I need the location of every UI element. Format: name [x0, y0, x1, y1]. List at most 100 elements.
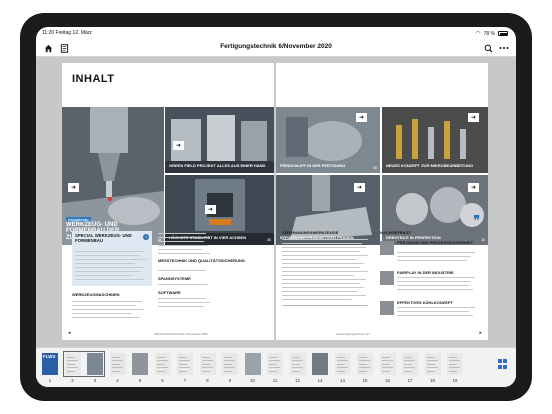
- text-line: [75, 279, 145, 281]
- page-thumbnail[interactable]: [267, 353, 283, 375]
- page-thumbnail[interactable]: [199, 353, 216, 375]
- cover-thumbnail-title: FLWX: [43, 354, 56, 359]
- text-line: [282, 283, 360, 285]
- grid-view-icon[interactable]: [498, 359, 508, 369]
- thumbnail-page-number: 19: [452, 378, 458, 383]
- section-messtechnik: MESSTECHNIK UND QUALITÄTSSICHERUNG: [158, 258, 245, 263]
- tile-caption: FEINSCHLIFF IN DER FERTIGUNG: [280, 163, 346, 169]
- page-thumbnail[interactable]: [312, 353, 328, 375]
- text-line: [75, 275, 133, 277]
- thumbnail-text-line: [111, 357, 120, 358]
- page-thumbnail[interactable]: [244, 353, 261, 375]
- text-line: [158, 245, 208, 247]
- magazine-spread[interactable]: INHALT COVERSTORY WERKZEUG- UND FORMENBA…: [36, 57, 516, 347]
- status-time: 11:20 Freitag 12. März: [42, 30, 92, 36]
- thumbnail-text-line: [404, 360, 415, 362]
- thumbnail-page-number: 7: [183, 378, 187, 383]
- tile-feinschliff[interactable]: FEINSCHLIFF IN DER FERTIGUNG 46: [276, 107, 380, 173]
- page-thumbnail[interactable]: FLWX: [42, 353, 58, 375]
- page-thumbnail[interactable]: [447, 353, 463, 375]
- page-thumbnail-strip[interactable]: FLWX 1 2 3 4 5 6 7 8 9 10 11 12 13 14 15 16 17 18 19: [36, 347, 516, 387]
- thumbnail-text-line: [156, 360, 168, 362]
- text-line: [282, 239, 368, 241]
- tile-green-field[interactable]: GREEN FIELD PROJEKT ALLES AUS EINER HAND: [165, 107, 274, 173]
- section-spannsysteme: SPANNSYSTEME: [158, 276, 191, 281]
- text-line: [72, 301, 142, 303]
- thumbnail-page-number: 17: [407, 378, 413, 383]
- search-icon[interactable]: [482, 42, 494, 54]
- status-right: ◠ 78 %: [475, 30, 508, 37]
- interview-praezision: PRÄZISION UND PROZESSSICHERHEIT: [397, 240, 474, 245]
- interview-fairplay: FAIRPLAY IN DER INDUSTRIE: [397, 270, 454, 275]
- tile-arrow-icon[interactable]: [173, 141, 184, 150]
- thumbnail-text-line: [291, 370, 300, 372]
- thumbnail-page-number: 5: [138, 378, 142, 383]
- tile-mikrobearbeitung[interactable]: NEUES KONZEPT ZUR MIKROBEARBEITUNG: [382, 107, 488, 173]
- tile-arrow-icon[interactable]: [205, 205, 216, 214]
- text-line: [72, 309, 144, 311]
- cover-arrow-icon[interactable]: [68, 183, 79, 192]
- text-line: [158, 233, 206, 235]
- thumbnail-page-number: 8: [206, 378, 209, 383]
- page-thumbnail[interactable]: [109, 353, 126, 375]
- special-heading: SPECIAL WERKZEUG- UND FORMENBAU: [75, 233, 132, 243]
- thumbnail-page-number: 16: [385, 378, 390, 383]
- tile-arrow-icon[interactable]: [356, 113, 367, 122]
- thumbnail-page-number: 12: [295, 378, 300, 383]
- tile-arrow-icon[interactable]: [468, 113, 479, 122]
- text-line: [282, 247, 366, 249]
- page-thumbnail[interactable]: [357, 353, 373, 375]
- thumbnail-text-line: [404, 363, 412, 365]
- page-thumbnail[interactable]: [222, 353, 238, 375]
- tile-arrow-icon[interactable]: [354, 183, 365, 192]
- text-line: [75, 259, 147, 261]
- portrait-avatar: [380, 301, 394, 315]
- tile-page-number: 35: [481, 238, 485, 242]
- thumbnail-text-line: [291, 360, 303, 362]
- page-thumbnail[interactable]: [424, 353, 441, 375]
- footer-left: FERTIGUNGSTECHNIK 6/November 2020: [154, 332, 208, 336]
- page-thumbnail[interactable]: [379, 353, 396, 375]
- cover-story-tile[interactable]: COVERSTORY WERKZEUG- UND FORMENBAU DER Z…: [62, 107, 164, 245]
- thumbnail-text-line: [426, 367, 438, 368]
- more-options-icon[interactable]: [498, 42, 510, 54]
- thumbnail-page-number: 1: [48, 378, 52, 383]
- thumbnail-page-number: 14: [340, 378, 345, 383]
- thumbnail-page-number: 10: [250, 378, 255, 383]
- thumbnail-text-line: [224, 363, 232, 365]
- thumbnail-text-line: [269, 360, 280, 362]
- page-thumbnail[interactable]: [289, 353, 306, 375]
- thumbnail-text-line: [111, 367, 123, 368]
- left-page: INHALT COVERSTORY WERKZEUG- UND FORMENBA…: [62, 63, 274, 340]
- thumbnail-page-number: 3: [93, 378, 97, 383]
- thumbnail-text-line: [269, 357, 277, 358]
- tile-vier-achsen[interactable]: HÖCHSTE STABILITÄT IN VIER ACHSEN 38: [165, 175, 274, 245]
- thumbnail-text-line: [381, 360, 393, 362]
- page-thumbnail[interactable]: [154, 353, 171, 375]
- text-line: [75, 251, 145, 253]
- text-line: [282, 263, 364, 265]
- thumbnail-text-line: [381, 357, 390, 358]
- page-thumbnail[interactable]: [402, 353, 418, 375]
- tile-arrow-icon[interactable]: [468, 183, 479, 192]
- thumbnail-text-line: [156, 357, 165, 358]
- thumbnail-text-line: [179, 360, 190, 362]
- footer-right: www.fertigungstechnik.com: [336, 332, 370, 336]
- page-thumbnail[interactable]: [334, 353, 351, 375]
- text-line: [158, 237, 210, 239]
- prev-page-arrow[interactable]: ◂: [68, 330, 71, 336]
- tile-caption: GREEN FIELD PROJEKT ALLES AUS EINER HAND: [169, 163, 266, 169]
- current-spread-indicator: [63, 351, 105, 377]
- text-line: [397, 277, 475, 279]
- tile-page-number: 46: [373, 166, 377, 170]
- thumbnail-text-line: [201, 363, 210, 365]
- thumbnail-text-line: [224, 367, 235, 368]
- page-thumbnail[interactable]: [177, 353, 193, 375]
- text-line: [158, 241, 204, 243]
- text-line: [397, 285, 469, 287]
- text-line: [282, 279, 366, 281]
- thumbnail-text-line: [359, 360, 370, 362]
- page-thumbnail[interactable]: [132, 353, 148, 375]
- thumbnail-text-line: [179, 357, 187, 358]
- next-page-arrow[interactable]: ▸: [479, 330, 482, 336]
